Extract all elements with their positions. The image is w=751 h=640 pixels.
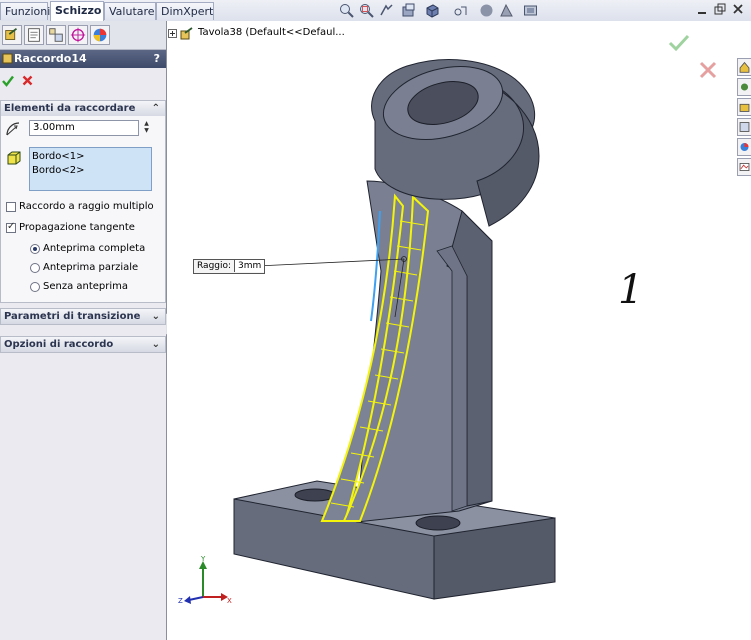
tangent-propagation-label: Propagazione tangente: [19, 222, 135, 233]
triad-y-label: Y: [200, 555, 206, 563]
multi-radius-label: Raccordo a raggio multiplo: [19, 201, 154, 212]
property-manager-title-bar: Raccordo14 ?: [0, 50, 166, 68]
feature-title: Raccordo14: [14, 52, 87, 65]
section-view-icon[interactable]: [401, 3, 416, 18]
chevron-down-icon[interactable]: ⌄: [152, 337, 160, 352]
model-canvas[interactable]: [167, 21, 737, 640]
file-explorer-icon[interactable]: [737, 98, 751, 116]
preview-partial-radio[interactable]: [30, 263, 40, 273]
edge-item[interactable]: Bordo<1>: [32, 150, 149, 164]
close-icon[interactable]: [731, 2, 745, 16]
design-library-icon[interactable]: [737, 78, 751, 96]
property-manager-tab-icon[interactable]: [24, 25, 44, 45]
preview-none-radio[interactable]: [30, 282, 40, 292]
section-header-fillet-options[interactable]: Opzioni di raccordo ⌄: [0, 336, 166, 353]
dimxpert-manager-tab-icon[interactable]: [68, 25, 88, 45]
ok-cancel-row: [0, 70, 166, 92]
view-orientation-icon[interactable]: [425, 3, 440, 18]
preview-full-label: Anteprima completa: [43, 243, 146, 254]
manager-tabs: [0, 21, 166, 50]
appearances-icon[interactable]: [737, 138, 751, 156]
tangent-propagation-checkbox[interactable]: [6, 221, 16, 233]
previous-view-icon[interactable]: [379, 3, 394, 18]
radius-spinner[interactable]: ▲ ▼: [141, 120, 152, 136]
callout-label: Raggio:: [194, 260, 236, 272]
edge-item[interactable]: Bordo<2>: [32, 164, 149, 178]
ok-check-icon[interactable]: [2, 75, 14, 87]
window-controls: [691, 2, 751, 18]
radius-callout[interactable]: Raggio: 3mm: [193, 259, 266, 274]
tab-funzioni[interactable]: Funzioni: [0, 2, 50, 20]
edit-appearance-icon[interactable]: [499, 3, 514, 18]
section-title: Elementi da raccordare: [4, 103, 136, 114]
section-title: Opzioni di raccordo: [4, 339, 114, 350]
base-hole-left[interactable]: [294, 488, 336, 502]
callout-value[interactable]: 3mm: [235, 260, 265, 272]
fillet-feature-icon: [2, 53, 13, 64]
apply-scene-icon[interactable]: [523, 3, 538, 18]
annotation-number: 1: [618, 267, 644, 313]
property-manager-panel: Raccordo14 ? Elementi da raccordare ⌃ 3.…: [0, 21, 173, 640]
view-palette-icon[interactable]: [737, 118, 751, 136]
radius-input[interactable]: 3.00mm: [29, 120, 139, 136]
home-icon[interactable]: [737, 58, 751, 76]
multi-radius-checkbox[interactable]: [6, 202, 16, 212]
zoom-to-area-icon[interactable]: [359, 3, 374, 18]
reference-triad: Y X Z: [178, 555, 232, 605]
tab-valutare[interactable]: Valutare: [104, 2, 156, 20]
tab-dimxpert[interactable]: DimXpert: [156, 2, 214, 20]
tab-schizzo[interactable]: Schizzo: [50, 1, 104, 21]
edges-selection-list[interactable]: Bordo<1> Bordo<2>: [29, 147, 152, 191]
help-button[interactable]: ?: [154, 50, 160, 68]
feature-manager-tab-icon[interactable]: [2, 25, 22, 45]
command-manager-tabs: Funzioni Schizzo Valutare DimXpert: [0, 0, 751, 22]
preview-none-label: Senza anteprima: [43, 281, 129, 292]
hide-show-items-icon[interactable]: [479, 3, 494, 18]
triad-z-label: Z: [178, 597, 183, 605]
section-title: Parametri di transizione: [4, 311, 141, 322]
section-header-items[interactable]: Elementi da raccordare ⌃: [0, 100, 166, 117]
triad-z-axis: [188, 596, 204, 601]
base-hole-right[interactable]: [415, 515, 461, 531]
restore-icon[interactable]: [713, 2, 727, 16]
display-manager-tab-icon[interactable]: [90, 25, 110, 45]
radius-icon: [6, 122, 20, 136]
chevron-down-icon[interactable]: ⌄: [152, 309, 160, 324]
triad-x-label: X: [227, 597, 232, 605]
section-header-transition[interactable]: Parametri di transizione ⌄: [0, 308, 166, 325]
preview-partial-label: Anteprima parziale: [43, 262, 139, 273]
zoom-to-fit-icon[interactable]: [339, 3, 354, 18]
edges-selection-icon: [7, 151, 21, 165]
custom-properties-icon[interactable]: [737, 158, 751, 176]
preview-full-radio[interactable]: [30, 244, 40, 254]
minimize-icon[interactable]: [695, 2, 709, 16]
chevron-up-icon[interactable]: ⌃: [152, 101, 160, 116]
configuration-manager-tab-icon[interactable]: [46, 25, 66, 45]
display-style-icon[interactable]: [453, 3, 468, 18]
cancel-x-icon[interactable]: [22, 75, 33, 86]
